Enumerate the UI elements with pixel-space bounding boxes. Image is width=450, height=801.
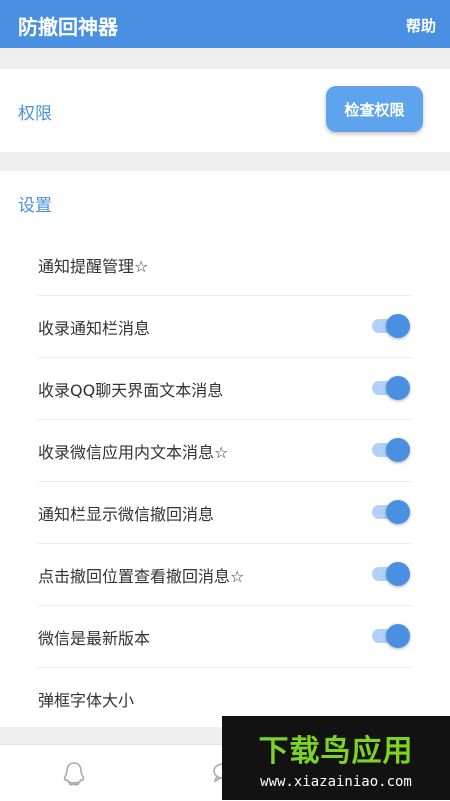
toggle-switch[interactable] <box>372 438 410 462</box>
toggle-thumb <box>386 500 410 524</box>
setting-label: 微信是最新版本 <box>38 629 151 648</box>
toggle-switch[interactable] <box>372 376 410 400</box>
settings-card: 设置 通知提醒管理☆ 收录通知栏消息 收录QQ聊天界面文本消息 收录微信应用内文… <box>0 171 450 727</box>
toggle-thumb <box>386 562 410 586</box>
qq-icon[interactable] <box>62 761 86 791</box>
toggle-thumb <box>386 438 410 462</box>
toggle-switch[interactable] <box>372 562 410 586</box>
setting-label: 通知栏显示微信撤回消息 <box>38 505 215 524</box>
toggle-thumb <box>386 314 410 338</box>
setting-row-click-recall[interactable]: 点击撤回位置查看撤回消息☆ <box>38 543 412 606</box>
setting-label: 收录通知栏消息 <box>38 319 151 338</box>
setting-label: 收录微信应用内文本消息☆ <box>38 443 229 462</box>
setting-label: 点击撤回位置查看撤回消息☆ <box>38 567 245 586</box>
app-bar: 防撤回神器 帮助 <box>0 0 450 48</box>
setting-row-wechat-latest[interactable]: 微信是最新版本 <box>38 605 412 668</box>
watermark-url: www.xiazainiao.com <box>260 774 412 790</box>
watermark-title: 下载鸟应用 <box>258 734 414 769</box>
setting-row-collect-wechat[interactable]: 收录微信应用内文本消息☆ <box>38 419 412 482</box>
setting-row-notification-manage[interactable]: 通知提醒管理☆ <box>38 233 412 296</box>
setting-row-collect-qq[interactable]: 收录QQ聊天界面文本消息 <box>38 357 412 420</box>
toggle-switch[interactable] <box>372 314 410 338</box>
app-title: 防撤回神器 <box>18 15 118 39</box>
help-button[interactable]: 帮助 <box>406 15 436 36</box>
setting-row-collect-notification[interactable]: 收录通知栏消息 <box>38 295 412 358</box>
toggle-switch[interactable] <box>372 624 410 648</box>
setting-label: 收录QQ聊天界面文本消息 <box>38 381 224 400</box>
setting-label: 通知提醒管理☆ <box>38 257 149 276</box>
permission-section-label: 权限 <box>18 104 52 124</box>
toggle-switch[interactable] <box>372 500 410 524</box>
toggle-thumb <box>386 376 410 400</box>
setting-row-show-wechat-recall[interactable]: 通知栏显示微信撤回消息 <box>38 481 412 544</box>
watermark-logo: 下载鸟应用 www.xiazainiao.com <box>222 716 450 800</box>
toggle-thumb <box>386 624 410 648</box>
setting-label: 弹框字体大小 <box>38 691 135 710</box>
permission-card: 权限 检查权限 <box>0 69 450 152</box>
check-permission-button[interactable]: 检查权限 <box>326 86 423 132</box>
settings-section-label: 设置 <box>18 196 52 216</box>
